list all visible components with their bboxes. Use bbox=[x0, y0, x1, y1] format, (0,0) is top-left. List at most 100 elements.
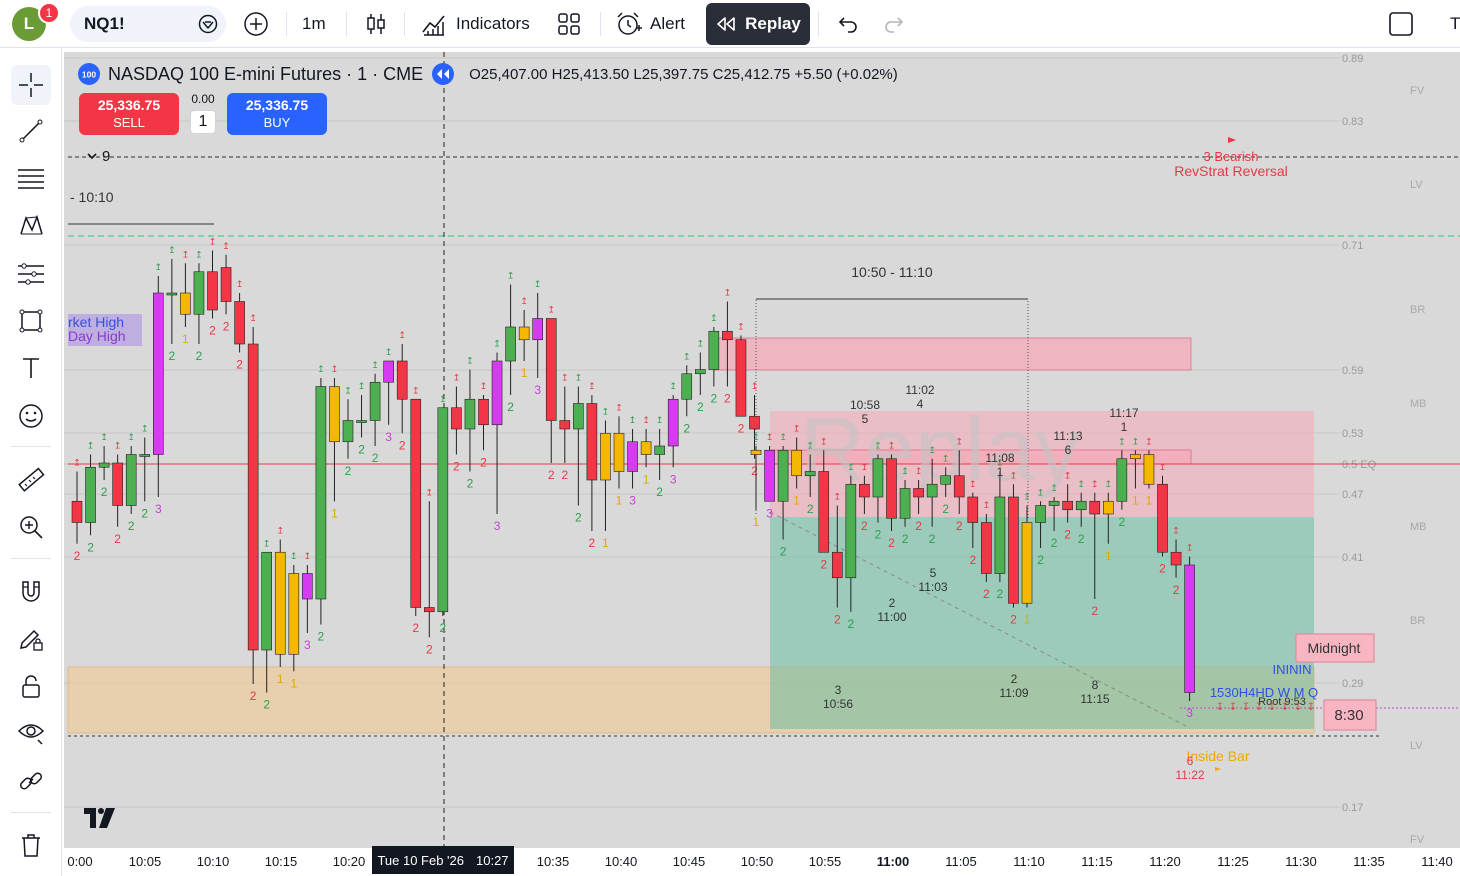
pivot-number: 3 bbox=[835, 683, 842, 697]
link-tool[interactable] bbox=[11, 761, 51, 801]
strat-label: 3 bbox=[494, 519, 501, 533]
strat-arrow: ↥ bbox=[656, 415, 664, 425]
crosshair-tool[interactable] bbox=[11, 65, 51, 105]
symbol-type-icon[interactable] bbox=[198, 14, 218, 34]
draw-mode-tool[interactable] bbox=[11, 619, 51, 659]
strat-label: 2 bbox=[399, 438, 406, 452]
pivot-time: 11:02 bbox=[905, 383, 934, 397]
candle bbox=[193, 271, 205, 315]
fib-tool[interactable] bbox=[11, 159, 51, 199]
candle bbox=[1130, 454, 1141, 460]
alert-button[interactable]: Alert bbox=[614, 6, 685, 42]
alert-label: Alert bbox=[650, 14, 685, 33]
undo-button[interactable] bbox=[836, 6, 860, 42]
emoji-tool[interactable] bbox=[11, 396, 51, 436]
quantity-field[interactable]: 1 bbox=[190, 110, 216, 134]
pivot-time: 11:13 bbox=[1053, 429, 1082, 443]
strat-arrow: ↥ bbox=[1172, 526, 1180, 536]
pivot-number: 6 bbox=[1187, 754, 1194, 768]
candle bbox=[356, 420, 367, 423]
candle bbox=[139, 454, 151, 457]
strat-arrow: ↥ bbox=[141, 424, 149, 434]
strat-arrow: ↥ bbox=[195, 249, 203, 259]
strat-arrow: ↥ bbox=[317, 364, 325, 374]
zoom-in-icon bbox=[20, 516, 43, 539]
strat-label: 2 bbox=[1173, 583, 1180, 597]
candle bbox=[818, 471, 830, 553]
compare-add-button[interactable] bbox=[242, 6, 270, 42]
strat-arrow: ↥ bbox=[493, 339, 501, 349]
candle bbox=[329, 386, 340, 443]
candle bbox=[207, 271, 218, 311]
grid-icon bbox=[558, 13, 580, 35]
strat-label: 2 bbox=[1091, 604, 1098, 618]
buy-button[interactable]: 25,336.75 BUY bbox=[227, 93, 327, 135]
candle bbox=[247, 343, 259, 651]
right-axis-tick: 0.71 bbox=[1342, 240, 1363, 252]
candle bbox=[518, 326, 530, 341]
strat-label: 1 bbox=[290, 676, 297, 690]
zoom-tool[interactable] bbox=[11, 507, 51, 547]
strat-label: 1 bbox=[1024, 613, 1031, 627]
right-axis-tick: 0.83 bbox=[1342, 116, 1363, 128]
strat-arrow: ↥ bbox=[398, 330, 406, 340]
pivot-time: 10:58 bbox=[850, 398, 880, 412]
candle bbox=[708, 330, 720, 370]
signal-marker: ↧ bbox=[1307, 702, 1315, 713]
ruler-icon bbox=[18, 467, 45, 492]
sell-button[interactable]: 25,336.75 SELL bbox=[79, 93, 179, 135]
measure-tool[interactable] bbox=[11, 460, 51, 500]
strat-arrow: ↥ bbox=[385, 347, 393, 357]
strat-label: 2 bbox=[561, 468, 568, 482]
candle bbox=[71, 500, 83, 523]
trend-line-tool[interactable] bbox=[11, 111, 51, 151]
shape-tool[interactable] bbox=[11, 301, 51, 341]
replay-watermark: Replay bbox=[800, 400, 1080, 500]
price-chart[interactable]: 0.89 0.83 0.71 0.59 0.53 0.5 EQ 0.47 0.41 0.29 0.… bbox=[64, 52, 1460, 876]
undo-icon bbox=[838, 17, 857, 33]
indicators-icon bbox=[422, 15, 445, 36]
replay-button[interactable]: Replay bbox=[706, 3, 810, 45]
strat-label: 2 bbox=[929, 532, 936, 546]
candle bbox=[967, 496, 979, 523]
lock-tool[interactable] bbox=[11, 666, 51, 706]
chart-type-button[interactable] bbox=[362, 6, 390, 42]
redo-button[interactable] bbox=[882, 6, 906, 42]
strat-arrow: ↥ bbox=[182, 249, 190, 259]
zone-label: MB bbox=[1410, 521, 1427, 533]
strat-label: 2 bbox=[114, 532, 121, 546]
text-tool[interactable] bbox=[11, 348, 51, 388]
strat-arrow: ↥ bbox=[779, 432, 787, 442]
strat-label: 1 bbox=[182, 332, 189, 346]
strat-label: 1 bbox=[1146, 494, 1153, 508]
strat-arrow: ↥ bbox=[222, 241, 230, 251]
templates-button[interactable] bbox=[556, 6, 582, 42]
candle bbox=[694, 369, 706, 375]
interval-selector[interactable]: 1m bbox=[302, 6, 326, 42]
visibility-tool[interactable] bbox=[11, 712, 51, 752]
layout-button[interactable] bbox=[1388, 6, 1414, 42]
magnet-tool[interactable] bbox=[11, 572, 51, 612]
strat-label: 3 bbox=[534, 383, 541, 397]
right-axis-tick: 0.41 bbox=[1342, 552, 1363, 564]
symbol-search[interactable]: NQ1! bbox=[70, 6, 226, 42]
candle bbox=[1021, 522, 1033, 604]
sell-label: SELL bbox=[113, 115, 145, 130]
indicators-button[interactable]: Indicators bbox=[420, 6, 530, 42]
more-menu[interactable]: T bbox=[1450, 6, 1460, 42]
strat-arrow: ↥ bbox=[901, 466, 909, 476]
strat-label: 2 bbox=[575, 511, 582, 525]
strat-arrow: ↥ bbox=[1186, 543, 1194, 553]
alarm-clock-icon bbox=[617, 12, 642, 35]
strat-label: 2 bbox=[318, 630, 325, 644]
pivot-number: 8 bbox=[1092, 678, 1099, 692]
pivot-time: 11:03 bbox=[918, 580, 947, 594]
candle bbox=[1184, 564, 1195, 693]
replay-mode-icon[interactable] bbox=[431, 62, 455, 86]
pattern-tool[interactable] bbox=[11, 206, 51, 246]
strat-arrow: ↥ bbox=[588, 381, 596, 391]
indicator-collapse-toggle[interactable]: 9 bbox=[86, 148, 110, 165]
prediction-tool[interactable] bbox=[11, 254, 51, 294]
delete-tool[interactable] bbox=[11, 825, 51, 865]
interval-label: 1m bbox=[302, 14, 326, 33]
